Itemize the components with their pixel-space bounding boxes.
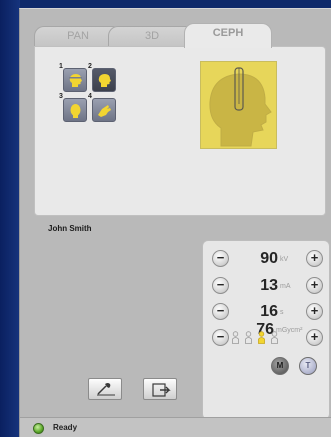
patient-size-decrease-button[interactable]: −: [212, 329, 229, 346]
head-front-icon: [70, 104, 81, 118]
thumb-number: 2: [88, 63, 92, 70]
kv-value: 90: [260, 250, 278, 267]
ma-value: 13: [260, 277, 278, 294]
patient-medium-icon: [258, 331, 265, 344]
exposure-settings: − 90 kV + − 13 mA + − 16 s + 76 mGycm² −: [202, 240, 330, 420]
time-unit: s: [280, 309, 284, 316]
thumb-number: 4: [88, 93, 92, 100]
template-mode-button[interactable]: T: [299, 357, 317, 375]
tab-bar: PAN 3D CEPH: [34, 23, 324, 48]
tab-ceph[interactable]: CEPH: [184, 23, 272, 48]
acquisition-window: PAN 3D CEPH 1 2 3 4 John Smith − 90 kV +…: [19, 8, 331, 437]
patient-large-icon: [271, 331, 278, 344]
program-thumb-2[interactable]: 2: [88, 63, 116, 92]
head-lateral-icon: [98, 74, 111, 87]
status-led-icon: [33, 423, 44, 434]
program-thumb-1[interactable]: 1: [59, 63, 87, 92]
time-decrease-button[interactable]: −: [212, 303, 229, 320]
time-value: 16: [260, 303, 278, 320]
patient-small-icon: [245, 331, 252, 344]
program-thumb-3[interactable]: 3: [59, 93, 87, 122]
desktop-background: [0, 0, 20, 437]
tool-icon: [97, 383, 115, 396]
patient-name: John Smith: [48, 224, 92, 233]
kv-increase-button[interactable]: +: [306, 250, 323, 267]
thumb-number: 3: [59, 93, 63, 100]
patient-size-increase-button[interactable]: +: [306, 329, 323, 346]
export-button[interactable]: [143, 378, 177, 400]
status-bar: Ready: [20, 417, 331, 437]
thumb-number: 1: [59, 63, 63, 70]
status-text: Ready: [53, 423, 78, 432]
time-increase-button[interactable]: +: [306, 303, 323, 320]
hand-icon: [98, 105, 111, 117]
ma-unit: mA: [280, 283, 291, 290]
ma-decrease-button[interactable]: −: [212, 277, 229, 294]
manual-mode-button[interactable]: M: [271, 357, 289, 375]
tool-button[interactable]: [88, 378, 122, 400]
ceph-preview: [200, 61, 277, 149]
head-lateral-icon: [69, 74, 82, 87]
kv-unit: kV: [280, 256, 289, 263]
program-panel: 1 2 3 4: [34, 46, 326, 216]
program-thumb-4[interactable]: 4: [88, 93, 116, 122]
patient-size-selector[interactable]: [229, 329, 291, 346]
kv-decrease-button[interactable]: −: [212, 250, 229, 267]
export-icon: [152, 383, 171, 397]
patient-child-icon: [232, 331, 239, 344]
head-profile-icon: [209, 67, 272, 147]
ma-increase-button[interactable]: +: [306, 277, 323, 294]
tab-3d[interactable]: 3D: [108, 26, 196, 47]
